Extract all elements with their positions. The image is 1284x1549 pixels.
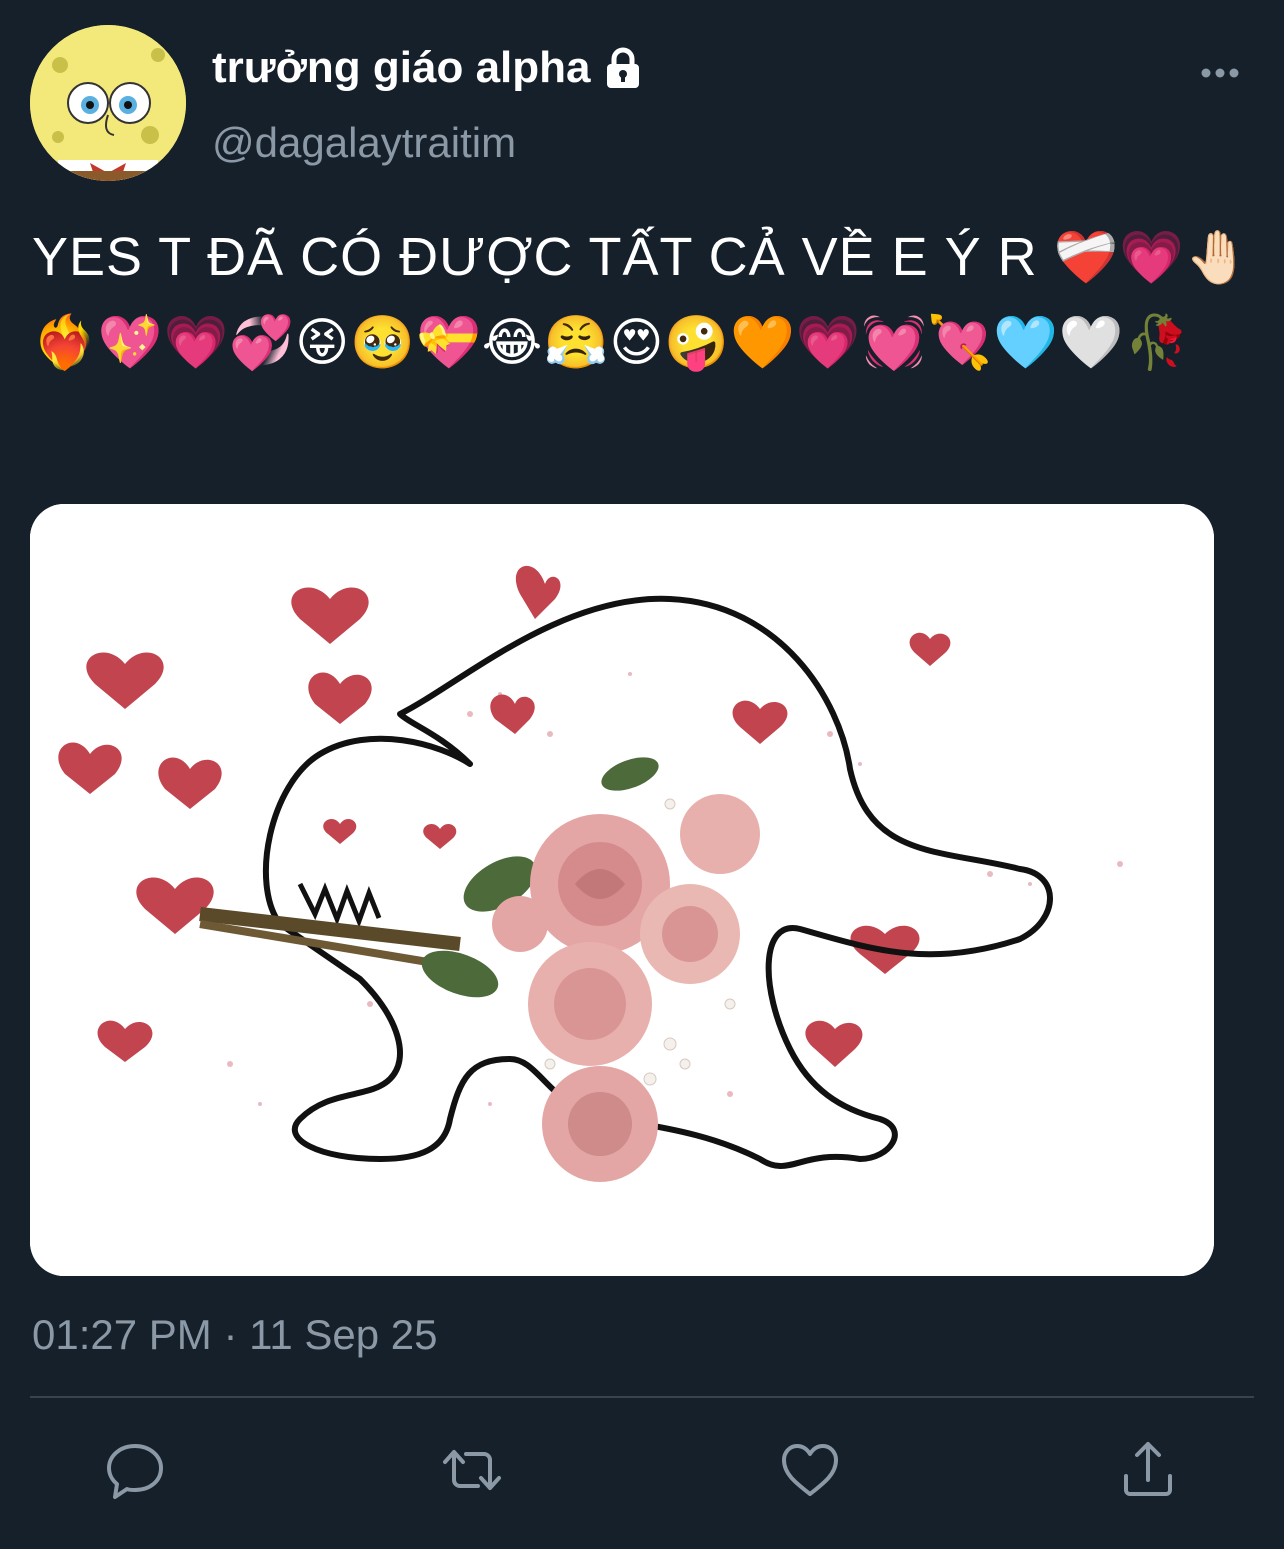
user-handle[interactable]: @dagalaytraitim (212, 118, 516, 168)
like-icon (782, 1444, 838, 1496)
retweet-button[interactable] (440, 1438, 504, 1502)
like-button[interactable] (778, 1438, 842, 1502)
lock-icon (601, 46, 645, 90)
share-button[interactable] (1116, 1438, 1180, 1502)
tweet-media-image[interactable] (30, 504, 1214, 1276)
display-name[interactable]: trưởng giáo alpha (212, 42, 645, 94)
share-icon (1124, 1442, 1172, 1496)
avatar[interactable] (30, 25, 186, 181)
retweet-icon (443, 1450, 501, 1490)
meme-image-icon (30, 504, 1214, 1276)
tweet-text: YES T ĐÃ CÓ ĐƯỢC TẤT CẢ VỀ E Ý R ❤️‍🩹💗🤚🏻… (32, 215, 1252, 385)
tweet-timestamp[interactable]: 01:27 PM · 11 Sep 25 (32, 1310, 437, 1360)
reply-button[interactable] (103, 1438, 167, 1502)
tweet-text-main: YES T ĐÃ CÓ ĐƯỢC TẤT CẢ VỀ E Ý R (32, 227, 1054, 287)
reply-icon (107, 1444, 163, 1499)
display-name-text: trưởng giáo alpha (212, 43, 591, 92)
divider (30, 1396, 1254, 1398)
tweet-detail: trưởng giáo alpha @dagalaytraitim YES T … (0, 0, 1284, 1549)
more-options-icon[interactable] (1196, 58, 1244, 88)
spongebob-avatar-icon (30, 25, 186, 181)
